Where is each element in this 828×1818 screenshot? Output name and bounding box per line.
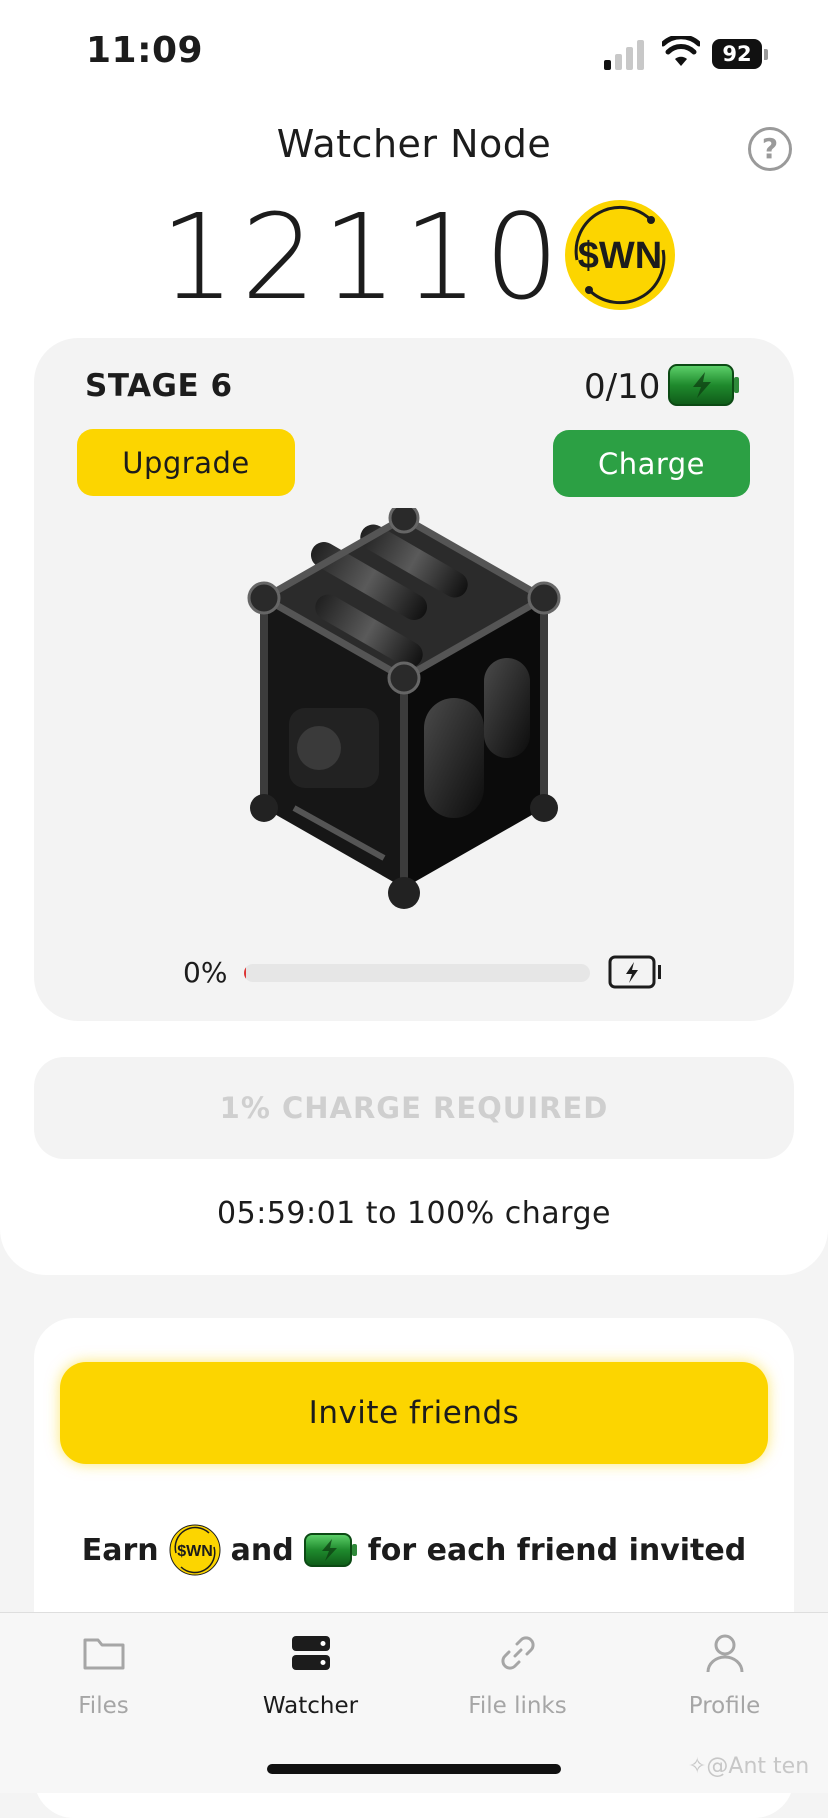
coin-label-small: $WN — [177, 1543, 213, 1560]
wifi-icon — [662, 36, 700, 66]
watermark: ✧@Ant ten — [688, 1754, 810, 1779]
user-icon — [706, 1634, 744, 1673]
home-indicator[interactable] — [267, 1764, 561, 1774]
tab-label-profile: Profile — [688, 1693, 761, 1719]
upgrade-button[interactable]: Upgrade — [77, 429, 295, 496]
link-icon — [501, 1636, 535, 1670]
stage-label: STAGE 6 — [85, 368, 233, 404]
charge-progress-bar — [244, 964, 590, 982]
earn-middle: and — [230, 1532, 294, 1568]
battery-icon: 92 — [712, 39, 768, 71]
tab-label-watcher: Watcher — [262, 1693, 359, 1719]
cellular-signal-icon — [604, 40, 644, 70]
invite-friends-button[interactable]: Invite friends — [60, 1362, 768, 1464]
balance-amount: 12110 — [160, 188, 566, 326]
charge-progress-fill — [244, 964, 246, 982]
stage-card: STAGE 6 0/10 Upgrade Charge 0% — [34, 338, 794, 1021]
tab-profile[interactable]: Profile — [621, 1613, 828, 1733]
charged-battery-icon — [668, 364, 739, 406]
coin-label: $WN — [578, 235, 662, 277]
earn-suffix: for each friend invited — [367, 1532, 747, 1568]
status-time: 11:09 — [86, 30, 204, 71]
charge-required-button[interactable]: 1% CHARGE REQUIRED — [34, 1057, 794, 1159]
tab-watcher[interactable]: Watcher — [207, 1613, 414, 1733]
charged-battery-icon — [303, 1533, 357, 1567]
invite-reward-text: Earn $WN and for each friend invited — [34, 1520, 794, 1580]
page-title: Watcher Node — [276, 122, 552, 166]
question-circle-icon[interactable]: ? — [748, 127, 792, 171]
earn-prefix: Earn — [81, 1532, 159, 1568]
battery-bolt-icon — [608, 955, 661, 989]
watcher-node-image — [247, 508, 561, 909]
charge-percent: 0% — [183, 956, 228, 989]
server-icon — [292, 1636, 330, 1670]
charge-eta: 05:59:01 to 100% charge — [217, 1196, 611, 1231]
tab-label-file-links: File links — [468, 1693, 567, 1719]
tab-files[interactable]: Files — [0, 1613, 207, 1733]
status-bar: 11:09 92 — [0, 0, 828, 100]
folder-icon — [83, 1638, 125, 1670]
watcher-panel: 11:09 92 Watcher Node ? 12110 $WN STAGE … — [0, 0, 828, 1275]
tab-file-links[interactable]: File links — [414, 1613, 621, 1733]
charges-count: 0/10 — [584, 367, 661, 407]
tab-label-files: Files — [78, 1693, 129, 1719]
charge-button[interactable]: Charge — [553, 430, 750, 497]
battery-level: 92 — [712, 39, 762, 69]
wn-coin-icon: $WN — [169, 1524, 221, 1576]
wn-coin-icon: $WN — [565, 200, 675, 310]
